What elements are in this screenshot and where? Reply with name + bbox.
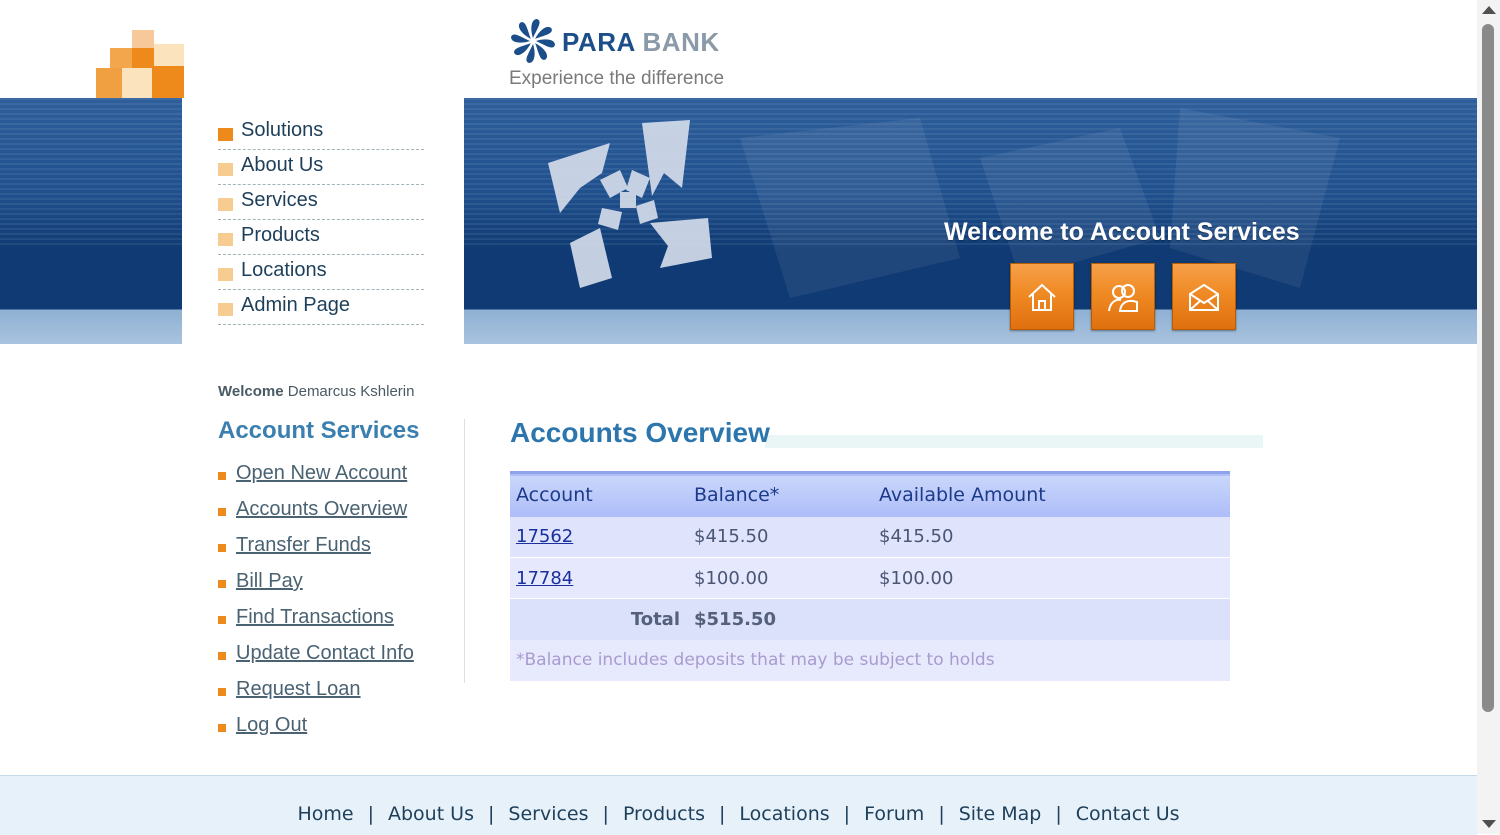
column-header-available-amount: Available Amount bbox=[879, 484, 1046, 507]
top-nav-item-about-us[interactable]: About Us bbox=[218, 151, 424, 185]
sidebar-link[interactable]: Bill Pay bbox=[236, 570, 303, 593]
bullet-square bbox=[218, 652, 226, 660]
footer-link-contact-us[interactable]: Contact Us bbox=[1076, 803, 1180, 825]
brand-name-bank: BANK bbox=[642, 27, 720, 57]
bullet-square bbox=[218, 724, 226, 732]
bullet-square bbox=[218, 688, 226, 696]
parabank-blocks-logo bbox=[82, 30, 184, 98]
account-cell: 17784 bbox=[510, 558, 688, 599]
top-nav-item-locations[interactable]: Locations bbox=[218, 256, 424, 290]
home-icon bbox=[1028, 283, 1056, 311]
available-cell: $100.00 bbox=[879, 567, 954, 589]
top-nav-link[interactable]: Locations bbox=[241, 259, 327, 282]
footer-link-about-us[interactable]: About Us bbox=[388, 803, 474, 825]
scroll-up-arrow-icon[interactable] bbox=[1482, 6, 1496, 14]
bullet-square bbox=[218, 128, 233, 141]
note-row: *Balance includes deposits that may be s… bbox=[510, 639, 1230, 681]
welcome-message: Welcome Demarcus Kshlerin bbox=[218, 383, 414, 400]
top-nav-link[interactable]: Services bbox=[241, 189, 318, 212]
column-header-balance: Balance* bbox=[694, 484, 780, 507]
top-nav-item-admin-page[interactable]: Admin Page bbox=[218, 291, 424, 325]
bullet-square bbox=[218, 544, 226, 552]
title-underline-bar bbox=[765, 435, 1263, 448]
top-nav-link[interactable]: Admin Page bbox=[241, 294, 350, 317]
brand-name-para: PARA bbox=[562, 27, 635, 57]
account-link[interactable]: 17562 bbox=[516, 526, 573, 547]
parabank-flower-icon bbox=[511, 19, 555, 63]
bullet-square bbox=[218, 198, 233, 211]
total-value: $515.50 bbox=[694, 608, 776, 630]
footer-separator: | bbox=[488, 803, 495, 825]
about-button[interactable] bbox=[1091, 263, 1155, 330]
banner-welcome-title: Welcome to Account Services bbox=[944, 218, 1300, 246]
home-button[interactable] bbox=[1010, 263, 1074, 330]
bullet-square bbox=[218, 268, 233, 281]
total-label: Total bbox=[630, 608, 680, 630]
footer-link-products[interactable]: Products bbox=[623, 803, 705, 825]
top-nav-link[interactable]: Products bbox=[241, 224, 320, 247]
footer-link-services[interactable]: Services bbox=[508, 803, 588, 825]
account-cell: 17562 bbox=[510, 517, 688, 558]
footer-separator: | bbox=[1055, 803, 1062, 825]
footer: Home | About Us | Services | Products | Location… bbox=[0, 775, 1477, 835]
bullet-square bbox=[218, 163, 233, 176]
top-nav: Solutions About Us Services Products Loc… bbox=[218, 116, 424, 326]
bullet-square bbox=[218, 616, 226, 624]
balance-note: *Balance includes deposits that may be s… bbox=[516, 650, 995, 670]
bullet-square bbox=[218, 508, 226, 516]
scroll-down-arrow-icon[interactable] bbox=[1482, 820, 1496, 828]
balance-cell: $100.00 bbox=[694, 567, 769, 589]
contact-button[interactable] bbox=[1172, 263, 1236, 330]
welcome-label: Welcome bbox=[218, 383, 284, 400]
bullet-square bbox=[218, 472, 226, 480]
column-header-account: Account bbox=[516, 484, 593, 507]
vertical-scrollbar[interactable] bbox=[1477, 0, 1500, 834]
top-nav-link[interactable]: Solutions bbox=[241, 119, 323, 142]
accounts-table: Account Balance* Available Amount 17562 … bbox=[510, 471, 1230, 681]
sidebar-link[interactable]: Find Transactions bbox=[236, 606, 394, 629]
total-row: Total $515.50 bbox=[510, 598, 1230, 640]
footer-separator: | bbox=[602, 803, 609, 825]
footer-link-site-map[interactable]: Site Map bbox=[959, 803, 1042, 825]
top-nav-item-solutions[interactable]: Solutions bbox=[218, 116, 424, 150]
footer-links: Home | About Us | Services | Products | Location… bbox=[0, 803, 1477, 825]
page-title: Accounts Overview bbox=[510, 417, 770, 448]
envelope-icon bbox=[1189, 283, 1219, 311]
tagline: Experience the difference bbox=[509, 68, 725, 89]
table-row: 17784 $100.00 $100.00 bbox=[510, 557, 1230, 599]
contact-people-icon bbox=[1108, 284, 1138, 312]
available-cell: $415.50 bbox=[879, 526, 954, 548]
footer-separator: | bbox=[367, 803, 374, 825]
sidebar-link[interactable]: Update Contact Info bbox=[236, 642, 414, 665]
sidebar-title: Account Services bbox=[218, 417, 420, 444]
banner-arrows-graphic bbox=[548, 120, 712, 288]
sidebar-link[interactable]: Transfer Funds bbox=[236, 534, 371, 557]
table-row: 17562 $415.50 $415.50 bbox=[510, 516, 1230, 558]
footer-link-locations[interactable]: Locations bbox=[739, 803, 829, 825]
scroll-thumb[interactable] bbox=[1482, 24, 1494, 712]
user-name: Demarcus Kshlerin bbox=[287, 383, 415, 400]
table-header-row: Account Balance* Available Amount bbox=[510, 472, 1230, 517]
balance-cell: $415.50 bbox=[694, 526, 769, 548]
account-link[interactable]: 17784 bbox=[516, 568, 573, 589]
footer-separator: | bbox=[718, 803, 726, 825]
bullet-square bbox=[218, 580, 226, 588]
sidebar-link[interactable]: Accounts Overview bbox=[236, 498, 407, 521]
bullet-square bbox=[218, 303, 233, 316]
top-nav-item-products[interactable]: Products bbox=[218, 221, 424, 255]
empty-cell bbox=[873, 599, 1230, 640]
brand-name: PARA BANK bbox=[562, 27, 720, 58]
footer-link-forum[interactable]: Forum bbox=[864, 803, 924, 825]
bullet-square bbox=[218, 233, 233, 246]
top-nav-item-services[interactable]: Services bbox=[218, 186, 424, 220]
sidebar-link[interactable]: Request Loan bbox=[236, 678, 361, 701]
sidebar-divider bbox=[464, 419, 465, 683]
sidebar-link[interactable]: Open New Account bbox=[236, 462, 407, 485]
footer-link-home[interactable]: Home bbox=[297, 803, 353, 825]
top-nav-link[interactable]: About Us bbox=[241, 154, 323, 177]
sidebar-link[interactable]: Log Out bbox=[236, 714, 307, 737]
footer-separator: | bbox=[843, 803, 851, 825]
footer-separator: | bbox=[938, 803, 945, 825]
